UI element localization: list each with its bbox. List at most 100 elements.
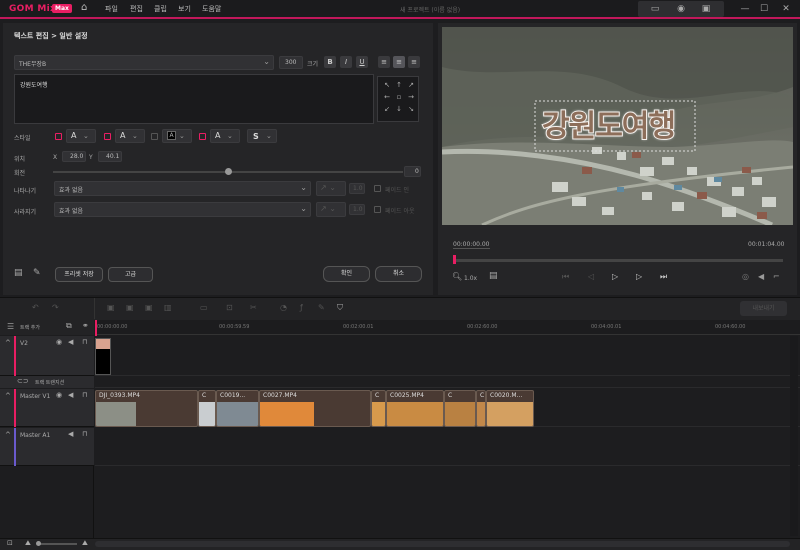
menu-edit[interactable]: 편집: [130, 4, 143, 14]
close-icon[interactable]: ✕: [774, 2, 798, 16]
menu-help[interactable]: 도움말: [202, 4, 221, 14]
add-text-icon[interactable]: ▣: [126, 302, 134, 314]
speaker-icon[interactable]: ◀: [68, 391, 73, 399]
effect-icon[interactable]: ƒ: [300, 302, 303, 314]
subtitle-toggle-icon[interactable]: ▤: [489, 271, 498, 281]
outline-checkbox[interactable]: [104, 133, 111, 140]
crop-icon[interactable]: ⌐: [773, 271, 780, 283]
split-view-icon[interactable]: ▥: [164, 302, 172, 314]
add-image-icon[interactable]: ▣: [145, 302, 153, 314]
link-icon[interactable]: ⚭: [82, 321, 89, 330]
draw-icon[interactable]: ✎: [318, 302, 325, 314]
screen-icon[interactable]: ▭: [200, 302, 208, 314]
y-input[interactable]: 40.1: [98, 151, 122, 162]
redo-icon[interactable]: ↷: [52, 302, 59, 314]
play-icon[interactable]: ▷: [612, 271, 618, 283]
arrow-up-icon[interactable]: ↑: [394, 80, 404, 90]
cut-icon[interactable]: ✂: [250, 302, 257, 314]
overlay-text[interactable]: 강원도여행: [541, 101, 677, 145]
background-checkbox[interactable]: [151, 133, 158, 140]
lock-icon[interactable]: ⊓: [82, 338, 87, 346]
video-clip[interactable]: C: [198, 390, 216, 427]
shield-icon[interactable]: ⛉: [337, 302, 343, 314]
text-input-area[interactable]: 강원도여행: [14, 74, 374, 124]
arrow-left-icon[interactable]: ←: [382, 92, 392, 102]
text-color-picker[interactable]: A ⌄: [66, 129, 96, 143]
background-color-picker[interactable]: A ⌄: [162, 129, 192, 143]
menu-view[interactable]: 보기: [178, 4, 191, 14]
video-clip[interactable]: C0027.MP4: [259, 390, 371, 427]
home-icon[interactable]: ⌂: [81, 2, 93, 14]
video-clip[interactable]: C: [444, 390, 476, 427]
seekbar-handle[interactable]: [453, 255, 456, 264]
fit-icon[interactable]: ⊡: [7, 539, 13, 547]
bold-button[interactable]: B: [324, 56, 336, 68]
video-clip[interactable]: C: [371, 390, 386, 427]
collapse-icon[interactable]: ^: [5, 339, 11, 347]
collapse-icon[interactable]: ^: [5, 392, 11, 400]
video-clip[interactable]: DJI_0393.MP4: [95, 390, 198, 427]
undo-icon[interactable]: ↶: [32, 302, 39, 314]
shadow-style-select[interactable]: S ⌄: [247, 129, 277, 143]
align-left-icon[interactable]: ≡: [378, 56, 390, 68]
snapshot-icon[interactable]: ◎: [742, 271, 749, 283]
video-clip[interactable]: C0020.M...: [486, 390, 534, 427]
volume-icon[interactable]: ◀: [758, 271, 764, 283]
underline-button[interactable]: U: [356, 56, 368, 68]
video-clip[interactable]: C0025.MP4: [386, 390, 444, 427]
rotation-input[interactable]: 0: [404, 166, 421, 177]
align-right-icon[interactable]: ≡: [408, 56, 420, 68]
export-button[interactable]: 내보내기: [740, 301, 787, 316]
previous-frame-icon[interactable]: ◁: [588, 271, 594, 283]
lock-icon[interactable]: ⊓: [82, 391, 87, 399]
zoom-in-icon[interactable]: ⛰: [82, 539, 88, 548]
video-clip[interactable]: C0019...: [216, 390, 259, 427]
outline-color-picker[interactable]: A ⌄: [115, 129, 145, 143]
timeline-zoom-slider[interactable]: [37, 543, 77, 545]
speed-icon[interactable]: ◔: [280, 302, 287, 314]
menu-clip[interactable]: 클립: [154, 4, 167, 14]
eye-icon[interactable]: ◉: [56, 338, 62, 346]
text-clip[interactable]: [95, 338, 111, 375]
preset-save-button[interactable]: 프리셋 저장: [55, 267, 103, 282]
timeline-horizontal-scrollbar[interactable]: [95, 541, 790, 547]
cancel-button[interactable]: 취소: [375, 266, 422, 282]
arrow-down-right-icon[interactable]: ↘: [406, 104, 416, 114]
maximize-icon[interactable]: ☐: [752, 2, 776, 16]
video-clip[interactable]: C: [476, 390, 486, 427]
menu-file[interactable]: 파일: [105, 4, 118, 14]
zoom-icon[interactable]: 🔍︎: [452, 272, 462, 281]
font-select[interactable]: THE무장B ⌄: [14, 55, 274, 70]
arrow-up-left-icon[interactable]: ↖: [382, 80, 392, 90]
arrow-down-left-icon[interactable]: ↙: [382, 104, 392, 114]
collapse-icon[interactable]: ^: [5, 431, 11, 439]
pencil-icon[interactable]: ✎: [33, 268, 41, 278]
italic-button[interactable]: I: [340, 56, 352, 68]
skip-to-start-icon[interactable]: ⏮: [562, 271, 569, 283]
caption-icon[interactable]: ▭: [643, 2, 667, 16]
time-ruler[interactable]: [95, 320, 800, 335]
add-track-label[interactable]: 트랙 추가: [20, 324, 40, 331]
speaker-icon[interactable]: ◀: [68, 338, 73, 346]
disappear-effect-select[interactable]: 효과 없음 ⌄: [54, 202, 311, 217]
arrow-right-icon[interactable]: →: [406, 92, 416, 102]
arrow-up-right-icon[interactable]: ↗: [406, 80, 416, 90]
subtitle-icon[interactable]: ▤: [14, 268, 23, 278]
ok-button[interactable]: 확인: [323, 266, 370, 282]
text-color-checkbox[interactable]: [55, 133, 62, 140]
appear-effect-select[interactable]: 효과 없음 ⌄: [54, 181, 311, 196]
x-input[interactable]: 28.0: [62, 151, 86, 162]
center-icon[interactable]: ▫: [394, 92, 404, 102]
magnet-icon[interactable]: ⧉: [66, 321, 72, 331]
transition-icon[interactable]: ⊡: [226, 302, 233, 314]
eye-icon[interactable]: ◉: [56, 391, 62, 399]
menu-icon[interactable]: ☰: [7, 322, 14, 331]
speaker-icon[interactable]: ◀: [68, 430, 73, 438]
skip-to-end-icon[interactable]: ⏭: [660, 271, 667, 283]
zoom-out-icon[interactable]: ⛰: [25, 539, 31, 548]
rotation-slider-handle[interactable]: [225, 168, 232, 175]
align-center-icon[interactable]: ≡: [393, 56, 405, 68]
advanced-button[interactable]: 고급: [108, 267, 153, 282]
arrow-down-icon[interactable]: ↓: [394, 104, 404, 114]
save-icon[interactable]: ▣: [694, 2, 718, 16]
